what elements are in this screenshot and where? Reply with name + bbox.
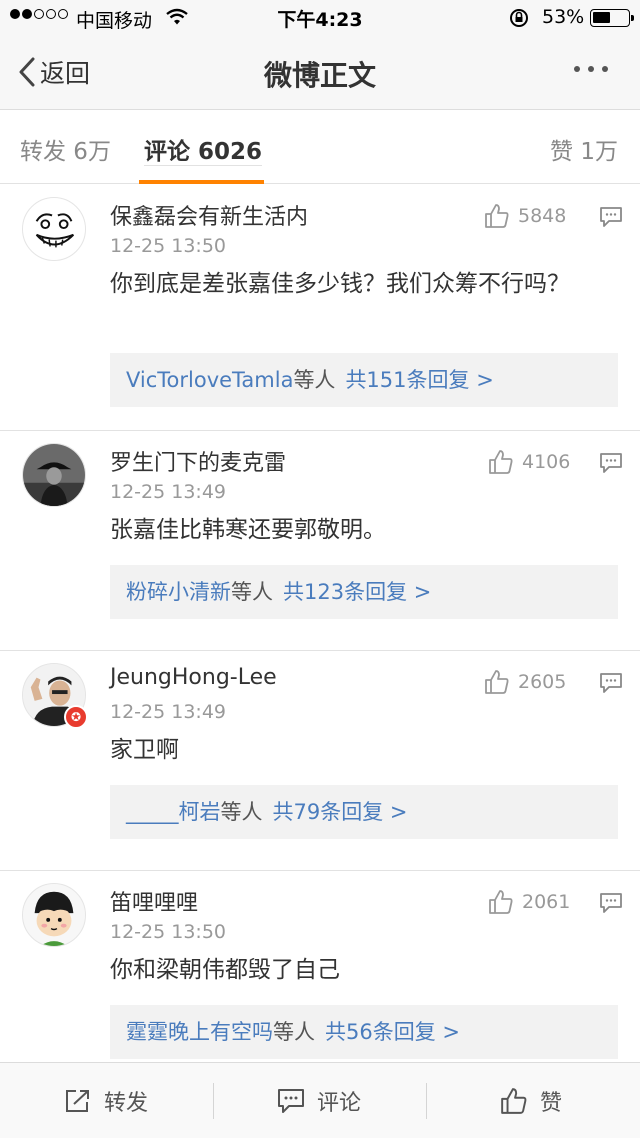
reply-suffix: 等人 [220, 800, 263, 824]
comment-item: 保鑫磊会有新生活内 12-25 13:50 5848 你到底是差张嘉佳多少钱？我… [0, 185, 640, 431]
cartoon-boy-avatar[interactable] [22, 883, 86, 947]
comment-like-count: 4106 [522, 451, 571, 473]
comment-reply-icon[interactable] [599, 892, 623, 918]
reply-count[interactable]: 共79条回复 > [273, 800, 408, 824]
repost-label: 转发 [104, 1091, 149, 1116]
reply-names[interactable]: VicTorloveTamla [126, 368, 293, 392]
comment-username[interactable]: JeungHong-Lee [110, 665, 277, 690]
reply-names[interactable]: _____柯岩 [126, 800, 221, 824]
comment-item: ✪ JeungHong-Lee 12-25 13:49 2605 家卫啊 ___… [0, 651, 640, 871]
battery-icon [590, 9, 634, 27]
comment-list: 保鑫磊会有新生活内 12-25 13:50 5848 你到底是差张嘉佳多少钱？我… [0, 185, 640, 1091]
tab-repost[interactable]: 转发 6万 [20, 132, 111, 166]
like-button[interactable]: 赞 [500, 1063, 562, 1138]
toolbar-divider [426, 1083, 427, 1119]
comment-text: 家卫啊 [110, 737, 179, 763]
comment-text: 你到底是差张嘉佳多少钱？我们众筹不行吗？ [110, 271, 570, 297]
thumbs-up-icon [485, 204, 509, 228]
share-icon [66, 1090, 89, 1112]
vip-star-badge: ✪ [64, 705, 88, 729]
tab-like[interactable]: 赞 1万 [550, 132, 618, 166]
comment-time: 12-25 13:49 [110, 481, 227, 503]
reply-count[interactable]: 共123条回复 > [283, 580, 431, 604]
comment-like-count: 2605 [518, 671, 567, 693]
battery-percent: 53% [542, 6, 585, 28]
more-options-icon[interactable] [574, 66, 608, 72]
rage-face-avatar[interactable] [22, 197, 86, 261]
reply-summary[interactable]: VicTorloveTamla等人 共151条回复 > [110, 353, 618, 407]
comment-label: 评论 [317, 1090, 362, 1116]
comment-icon [278, 1088, 304, 1113]
comment-reply-icon[interactable] [599, 206, 623, 232]
reply-suffix: 等人 [231, 580, 273, 604]
comment-item: 罗生门下的麦克雷 12-25 13:49 4106 张嘉佳比韩寒还要郭敬明。 粉… [0, 431, 640, 651]
comment-like-button[interactable]: 2605 [484, 669, 566, 695]
tab-bar: 转发 6万 评论 6026 赞 1万 [0, 110, 640, 184]
nav-bar: 返回 微博正文 [0, 36, 640, 110]
reply-names[interactable]: 粉碎小清新 [126, 580, 231, 604]
thumbs-up-icon [485, 670, 509, 694]
comment-like-button[interactable]: 2061 [488, 889, 570, 915]
reply-summary[interactable]: 粉碎小清新等人 共123条回复 > [110, 565, 618, 619]
comment-item: 笛哩哩哩 12-25 13:50 2061 你和梁朝伟都毁了自己 霆霆晚上有空吗… [0, 871, 640, 1091]
bottom-toolbar: 转发 评论 赞 [0, 1062, 640, 1138]
comment-time: 12-25 13:50 [110, 235, 227, 257]
comment-like-count: 2061 [522, 891, 571, 913]
comment-like-button[interactable]: 4106 [488, 449, 570, 475]
reply-summary[interactable]: 霆霆晚上有空吗等人 共56条回复 > [110, 1005, 618, 1059]
page-title: 微博正文 [263, 59, 376, 92]
thumbs-up-icon [501, 1088, 527, 1114]
comment-like-count: 5848 [518, 205, 567, 227]
reply-count[interactable]: 共151条回复 > [345, 368, 493, 392]
comment-reply-icon[interactable] [599, 672, 623, 698]
comment-text: 张嘉佳比韩寒还要郭敬明。 [110, 517, 386, 543]
toolbar-divider [213, 1083, 214, 1119]
reply-summary[interactable]: _____柯岩等人 共79条回复 > [110, 785, 618, 839]
reply-count[interactable]: 共56条回复 > [325, 1020, 460, 1044]
like-label: 赞 [540, 1091, 563, 1116]
comment-button[interactable]: 评论 [277, 1063, 361, 1138]
thumbs-up-icon [489, 450, 513, 474]
repost-button[interactable]: 转发 [64, 1063, 148, 1138]
comment-reply-icon[interactable] [599, 452, 623, 478]
status-bar: 中国移动 下午4:23 53% [0, 0, 640, 36]
comment-username[interactable]: 保鑫磊会有新生活内 [110, 199, 308, 231]
comment-text: 你和梁朝伟都毁了自己 [110, 957, 340, 983]
reply-names[interactable]: 霆霆晚上有空吗 [126, 1020, 273, 1044]
reply-suffix: 等人 [273, 1020, 315, 1044]
tab-comment[interactable]: 评论 6026 [144, 139, 263, 166]
thumbs-up-icon [489, 890, 513, 914]
comment-username[interactable]: 罗生门下的麦克雷 [110, 445, 286, 477]
reply-suffix: 等人 [293, 368, 336, 392]
comment-username[interactable]: 笛哩哩哩 [110, 885, 198, 917]
comment-time: 12-25 13:49 [110, 701, 227, 723]
cowboy-avatar[interactable] [22, 443, 86, 507]
comment-like-button[interactable]: 5848 [484, 203, 566, 229]
comment-time: 12-25 13:50 [110, 921, 227, 943]
rotation-lock-icon [508, 8, 530, 33]
tab-indicator [139, 180, 264, 184]
